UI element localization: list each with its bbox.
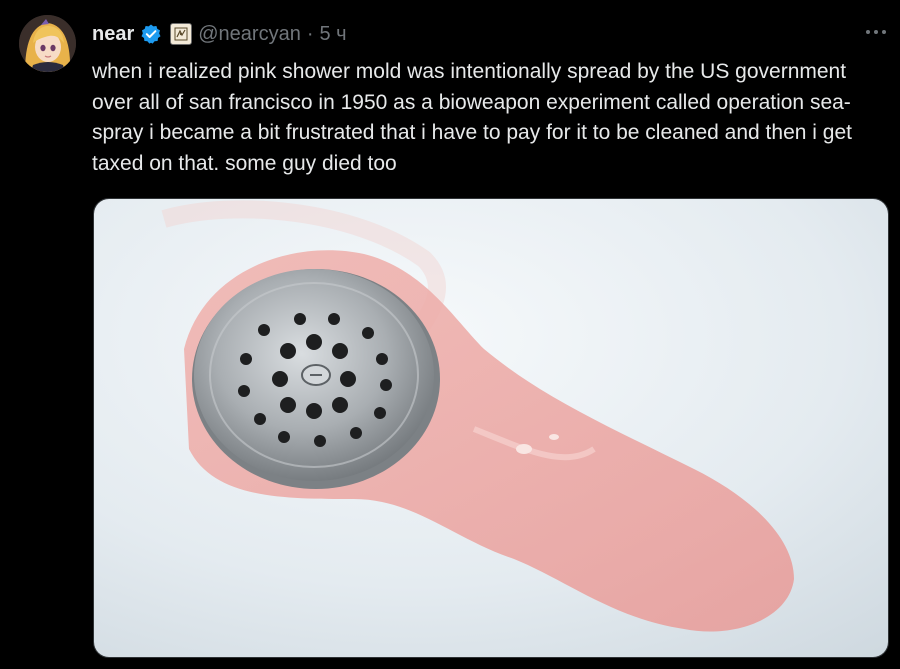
- tweet-media-photo[interactable]: [93, 198, 889, 658]
- tweet-text: when i realized pink shower mold was int…: [92, 60, 858, 175]
- tweet: near @nearcyan · 5 ч when i realized pin…: [0, 0, 900, 669]
- separator-dot: ·: [306, 22, 314, 45]
- display-name[interactable]: near: [92, 23, 134, 46]
- affiliate-badge-icon[interactable]: [170, 23, 193, 45]
- drain-photo: [94, 199, 888, 657]
- avatar-image: [19, 15, 76, 72]
- author-handle[interactable]: @nearcyan: [198, 23, 301, 46]
- tweet-header: near @nearcyan · 5 ч: [92, 19, 347, 49]
- avatar[interactable]: [19, 15, 76, 72]
- verified-badge-icon[interactable]: [140, 23, 162, 45]
- timestamp[interactable]: 5 ч: [320, 23, 347, 46]
- more-icon[interactable]: [862, 22, 890, 42]
